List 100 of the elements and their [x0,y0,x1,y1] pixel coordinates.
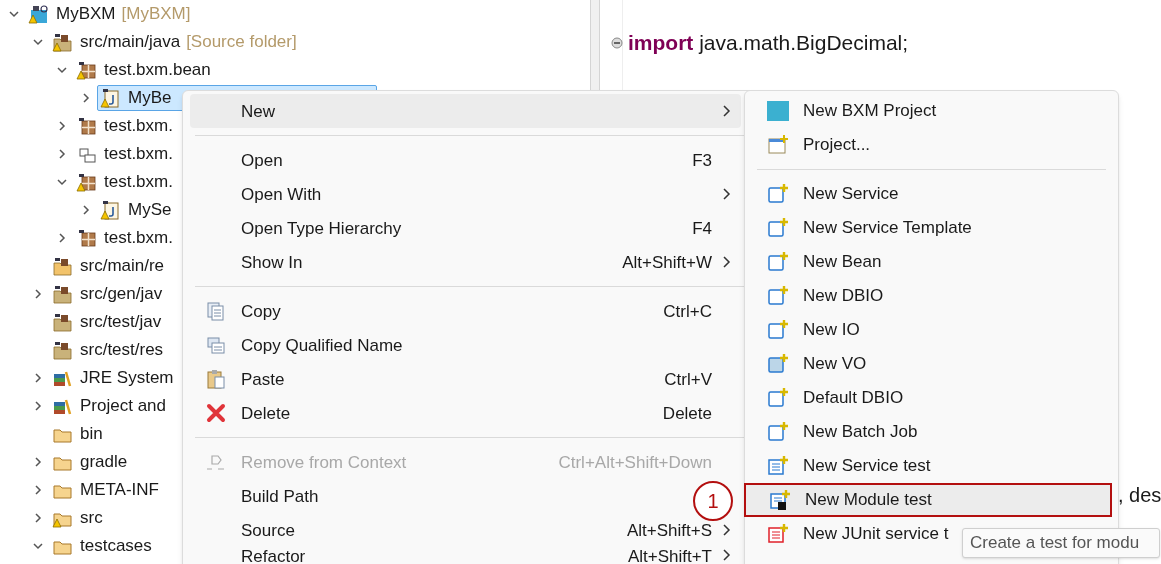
tree-item[interactable]: gradle [49,449,129,475]
tree-item-label: JRE System [80,367,174,390]
tree-item-suffix: [Source folder] [186,31,297,54]
tree-item-label: testcases [80,535,152,558]
new-file-icon [766,353,789,375]
tree-item[interactable]: JRE System [49,365,175,391]
tooltip: Create a test for modu [962,528,1161,558]
chevron-icon[interactable] [32,484,44,496]
menu-item[interactable]: Copy Ctrl+C [190,294,741,328]
tree-item[interactable]: test.bxm. [73,141,174,167]
chevron-icon[interactable] [56,148,68,160]
new-file-icon [766,217,789,239]
tree-item-label: src/main/re [80,255,165,278]
window-icon [766,134,789,156]
tree-item[interactable]: src/main/re [49,253,166,279]
clipboard-icon [205,369,226,389]
menu-item[interactable]: New [190,94,741,128]
tree-item[interactable]: src [49,505,104,531]
chevron-icon[interactable] [32,372,44,384]
menu-item[interactable]: Open F3 [190,143,741,177]
menu-item[interactable]: New VO [752,347,1110,381]
tree-item[interactable]: bin [49,421,104,447]
tree-item-label: src/main/java [80,31,181,54]
tree-item[interactable]: test.bxm.bean [73,57,212,83]
chevron-icon[interactable] [32,512,44,524]
chevron-icon[interactable] [80,92,92,104]
shortcut-text: Ctrl+V [664,370,712,388]
shortcut-text: F3 [692,151,712,169]
collapse-icon[interactable] [611,37,623,49]
tree-item[interactable]: test.bxm. [73,169,174,195]
menu-item[interactable]: Open With [190,177,741,211]
menu-item[interactable]: Project... [752,128,1110,162]
copy-icon [205,335,226,355]
menu-item[interactable]: New Module test [744,483,1112,517]
chevron-icon[interactable] [8,8,20,20]
tree-item[interactable]: src/test/jav [49,309,163,335]
tree-item[interactable]: src/gen/jav [49,281,164,307]
new-file-icon [766,319,789,341]
menu-item[interactable]: New Service [752,177,1110,211]
menu-item[interactable]: Refactor Alt+Shift+T [190,547,741,564]
new-file-icon [766,285,789,307]
tree-item-label: test.bxm. [104,143,173,166]
menu-item[interactable]: Show In Alt+Shift+W [190,245,741,279]
new-file-icon [766,421,789,443]
tree-item[interactable]: testcases [49,533,153,559]
tree-item[interactable]: META-INF [49,477,160,503]
tree-item-label: MySe [128,199,172,222]
new-file-icon [766,523,789,545]
menu-item[interactable]: Delete Delete [190,396,741,430]
tree-item-label: MyBXM [56,3,116,26]
chevron-icon[interactable] [80,204,92,216]
menu-item[interactable]: New Bean [752,245,1110,279]
chevron-icon[interactable] [32,288,44,300]
remove-icon [205,452,226,472]
tree-item[interactable]: src/main/java [Source folder] [49,29,298,55]
code-text: , des [1118,483,1161,508]
tree-item-label: src/test/res [80,339,164,362]
tree-item-label: bin [80,423,103,446]
chevron-icon[interactable] [32,400,44,412]
tree-item-label: src/test/jav [80,311,162,334]
tree-item[interactable]: test.bxm. [73,225,174,251]
menu-item[interactable]: New Batch Job [752,415,1110,449]
tree-item-label: test.bxm. [104,115,173,138]
menu-item[interactable]: New IO [752,313,1110,347]
chevron-icon[interactable] [56,176,68,188]
shortcut-text: F4 [692,219,712,237]
chevron-icon[interactable] [32,36,44,48]
menu-item[interactable]: Copy Qualified Name [190,328,741,362]
menu-item[interactable]: New Service Template [752,211,1110,245]
shortcut-text: Alt+Shift+W [622,253,712,271]
chevron-icon[interactable] [56,64,68,76]
tree-item-label: Project and [80,395,166,418]
tree-item-suffix: [MyBXM] [121,3,191,26]
menu-item[interactable]: New DBIO [752,279,1110,313]
shortcut-text: Alt+Shift+T [627,548,712,564]
menu-item[interactable]: New Service test [752,449,1110,483]
chevron-icon[interactable] [56,120,68,132]
new-file-icon [766,183,789,205]
chevron-icon[interactable] [32,456,44,468]
menu-item[interactable]: Paste Ctrl+V [190,362,741,396]
chevron-icon[interactable] [32,540,44,552]
tree-item[interactable]: MySe [97,197,173,223]
menu-item[interactable]: Open Type Hierarchy F4 [190,211,741,245]
tree-item[interactable]: test.bxm. [73,113,174,139]
code-line: import java.math.BigDecimal; [628,30,909,57]
chevron-icon[interactable] [56,232,68,244]
tree-item[interactable]: src/test/res [49,337,165,363]
delete-icon [205,403,226,423]
tree-item[interactable]: MyBXM [MyBXM] [25,1,192,27]
tree-item-label: src/gen/jav [80,283,163,306]
shortcut-text: Ctrl+C [663,302,712,320]
new-file-icon [766,251,789,273]
tree-item-label: test.bxm. [104,171,173,194]
menu-item[interactable]: Default DBIO [752,381,1110,415]
copy-icon [205,301,226,321]
menu-item[interactable]: New BXM Project [752,94,1110,128]
new-file-icon [766,455,789,477]
tree-item-label: gradle [80,451,128,474]
tree-item-label: src [80,507,103,530]
tree-item[interactable]: Project and [49,393,167,419]
